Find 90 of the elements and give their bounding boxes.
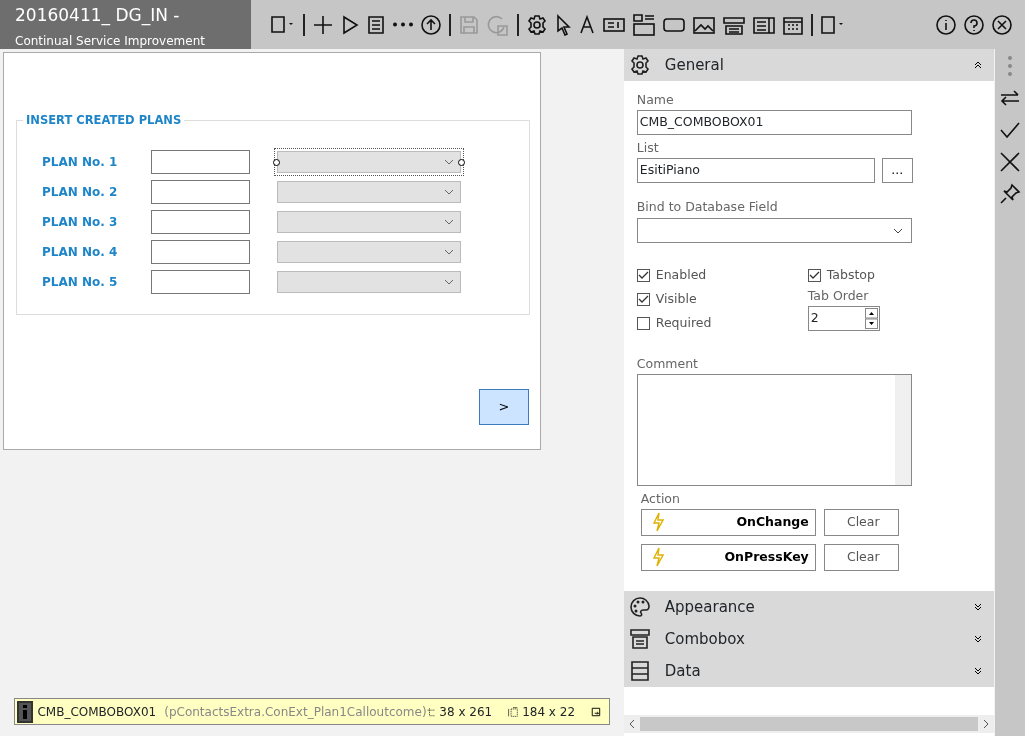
table-icon [628,660,651,682]
tab-order-value: 2 [810,309,819,328]
info-icon [17,700,34,723]
pin-icon [999,183,1022,205]
section-title: Data [664,660,702,682]
section-header[interactable]: Appearance [623,591,995,623]
text-input[interactable] [151,240,250,264]
chevron-down-icon [444,159,454,165]
info-icon [935,13,957,36]
refresh-icon [486,13,510,36]
plan-label: PLAN No. 5 [41,274,119,291]
checkbox[interactable]: Required [636,311,808,336]
chevron-down-icon [444,189,454,195]
section-header[interactable]: Data [623,655,995,687]
save-icon [458,13,480,36]
new-page-icon [270,13,296,36]
close-icon [999,151,1022,173]
pointer-icon [554,13,572,36]
play-icon [340,13,360,36]
control-name: CMB_COMBOBOX01 [37,703,157,721]
next-button[interactable]: > [479,389,529,425]
comment-field[interactable] [636,374,912,486]
section-title: Appearance [664,596,756,618]
field-label: List [636,138,660,157]
window-title: 20160411_ DG_IN - [15,4,181,26]
tab-order-spinner[interactable]: 2 [807,306,880,331]
field-label: Name [636,91,675,109]
checkmark-icon [637,270,649,280]
plus-icon [312,13,334,36]
more-icon [1007,55,1014,77]
list-icon [366,13,386,36]
expand-icon [974,667,983,675]
help-icon [963,13,985,36]
text-input[interactable] [151,270,250,294]
clear-button[interactable]: Clear [823,508,899,536]
clear-button[interactable]: Clear [823,543,899,571]
section-header[interactable]: Combobox [623,623,995,655]
page-menu-icon [820,13,846,36]
more-icon [392,22,414,27]
text-icon [578,13,596,36]
chevron-down-icon [444,249,454,255]
field-label: Bind to Database Field [636,197,779,216]
lightning-icon [651,512,664,533]
plan-label: PLAN No. 3 [41,214,119,231]
upload-icon [420,13,442,36]
collapse-icon [974,61,983,69]
checkmark-icon [808,270,820,280]
name-field[interactable]: CMB_COMBOBOX01 [636,109,912,135]
section-header[interactable]: General [623,49,995,81]
combobox-icon [628,628,651,650]
window-subtitle: Continual Service Improvement [15,33,206,50]
palette-icon [628,596,651,618]
gear-icon [628,54,651,76]
text-input[interactable] [151,180,250,204]
chevron-down-icon [892,227,903,234]
list-field[interactable]: EsitiPiano [636,157,875,183]
checkmark-icon [637,294,649,304]
more-button[interactable] [390,20,416,29]
settings-icon [526,13,548,36]
checkbox[interactable]: Tabstop [807,263,880,288]
close-icon [991,13,1013,36]
database-field-dropdown[interactable] [636,218,912,244]
scrollbar[interactable] [894,375,911,485]
field-label: Comment [636,355,700,374]
labeled-field-icon [632,12,656,37]
scroll-thumb[interactable] [639,717,979,731]
plan-label: PLAN No. 4 [41,244,119,261]
checkbox[interactable]: Enabled [636,263,808,288]
size-value: 184 x 22 [522,703,576,721]
chevron-down-icon [444,279,454,285]
expand-icon [974,635,983,643]
spin-arrows-icon [864,308,878,329]
field-label: Action [640,490,681,508]
text-input[interactable] [151,150,250,174]
expand-icon [974,603,983,611]
plan-label: PLAN No. 2 [41,184,119,201]
browse-button[interactable]: ... [881,157,913,183]
text-input[interactable] [151,210,250,234]
action-button[interactable]: OnChange [640,508,816,536]
section-title: Combobox [664,628,746,650]
data-source: (pContactsExtra.ConExt_Plan1Calloutcome) [164,703,427,721]
lightning-icon [651,547,664,568]
checkbox[interactable]: Visible [636,287,808,312]
horizontal-scrollbar[interactable] [623,715,995,733]
plan-label: PLAN No. 1 [41,154,119,171]
field-label: Tab Order [807,287,870,306]
section-title: General [664,54,725,76]
chevron-down-icon [444,219,454,225]
action-button[interactable]: OnPressKey [640,543,816,571]
position-value: 38 x 261 [439,703,493,721]
